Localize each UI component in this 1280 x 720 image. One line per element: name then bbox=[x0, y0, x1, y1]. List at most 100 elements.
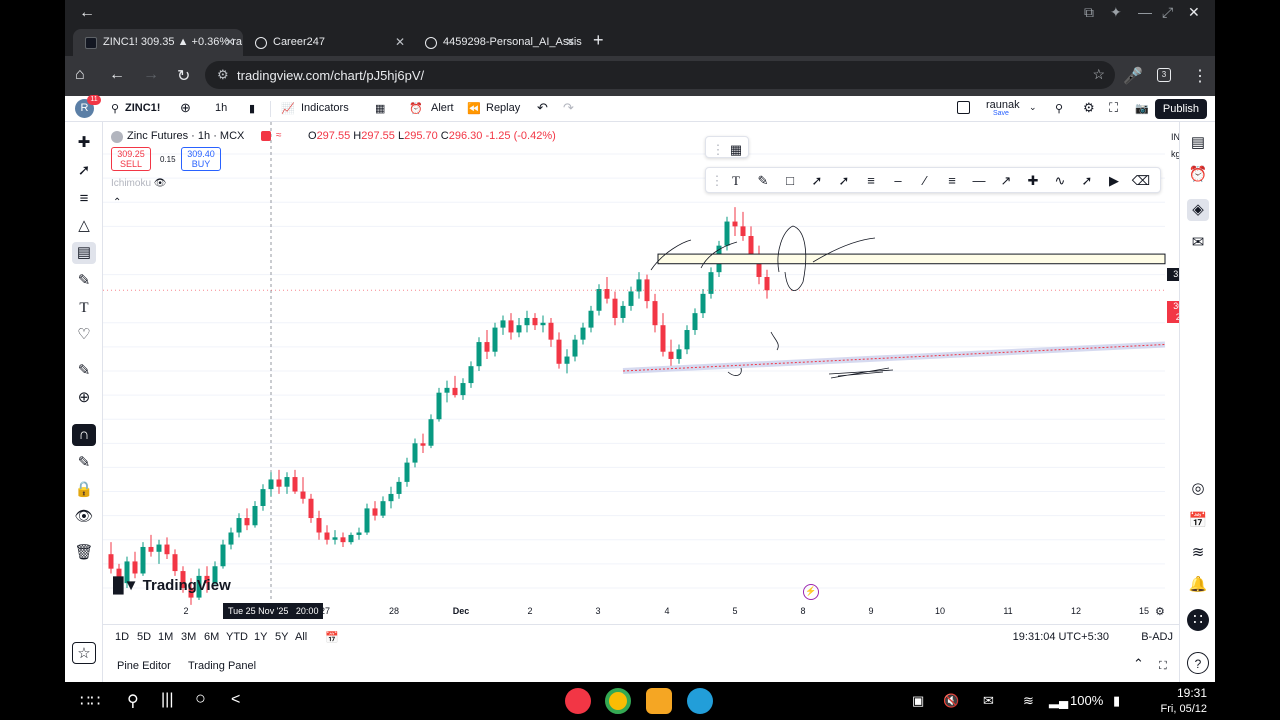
arrow-tool-icon[interactable]: ↗ bbox=[996, 171, 1016, 191]
crosshair-icon[interactable]: ✚ bbox=[72, 132, 96, 154]
site-settings-icon[interactable]: ⚙ bbox=[217, 67, 229, 83]
search-icon[interactable]: ⚲ bbox=[111, 102, 119, 115]
home-icon[interactable]: ⌂ bbox=[75, 66, 85, 84]
trading-panel-tab[interactable]: Trading Panel bbox=[188, 660, 256, 672]
watchlist-icon[interactable]: ▤ bbox=[1187, 132, 1209, 154]
telegram-app-icon[interactable] bbox=[687, 688, 713, 714]
back-icon[interactable]: ← bbox=[109, 66, 125, 84]
forward-icon[interactable]: → bbox=[143, 66, 159, 84]
favorites-star-icon[interactable]: ☆ bbox=[72, 642, 96, 664]
horizontal-line-icon[interactable]: – bbox=[888, 171, 908, 191]
brush-tool-icon[interactable]: ✎ bbox=[753, 171, 773, 191]
forecast-tool-icon[interactable]: ▤ bbox=[72, 242, 96, 264]
trendline-tool-icon[interactable]: ➚ bbox=[72, 160, 96, 182]
browser-tab-ai-assistant[interactable]: 4459298-Personal_AI_Assis ✕ bbox=[413, 29, 583, 56]
bookmark-star-icon[interactable]: ☆ bbox=[1092, 66, 1105, 83]
collapse-icon[interactable]: ⤢ bbox=[1162, 4, 1173, 21]
rectangle-tool-icon[interactable]: □ bbox=[780, 171, 800, 191]
notifications-bell-icon[interactable]: 🔔 bbox=[1187, 574, 1209, 596]
indicators-button[interactable]: Indicators bbox=[301, 102, 349, 114]
tf-6m[interactable]: 6M bbox=[204, 631, 219, 643]
layout-save-label[interactable]: Save bbox=[993, 110, 1009, 117]
favorites-heart-icon[interactable]: ♡ bbox=[72, 324, 96, 346]
redo-icon[interactable]: ↷ bbox=[563, 100, 574, 116]
alert-button[interactable]: Alert bbox=[431, 102, 454, 114]
window-resize-icon[interactable]: ⧉ bbox=[1084, 4, 1094, 21]
close-tab-icon[interactable]: ✕ bbox=[225, 35, 235, 49]
date-range-icon[interactable]: 📅 bbox=[325, 631, 339, 644]
drag-handle-icon[interactable]: ⋮ bbox=[708, 140, 728, 160]
youtube-app-icon[interactable] bbox=[565, 688, 591, 714]
lock-pencil-icon[interactable]: ✎ bbox=[72, 452, 96, 474]
price-chart-svg[interactable] bbox=[103, 122, 1179, 624]
target-icon[interactable]: ◎ bbox=[1187, 478, 1209, 500]
indicators-icon[interactable]: 📈 bbox=[281, 102, 295, 115]
tf-3m[interactable]: 3M bbox=[181, 631, 196, 643]
close-tab-icon[interactable]: ✕ bbox=[565, 35, 575, 49]
tf-1d[interactable]: 1D bbox=[115, 631, 129, 643]
microphone-icon[interactable]: 🎤 bbox=[1123, 66, 1143, 86]
close-tab-icon[interactable]: ✕ bbox=[395, 35, 405, 49]
pattern-tool-icon[interactable]: △ bbox=[72, 215, 96, 237]
symbol-search-button[interactable]: ZINC1! bbox=[125, 102, 160, 114]
text-tool-icon[interactable]: T bbox=[726, 171, 746, 191]
more-menu-icon[interactable]: ⋮ bbox=[1192, 66, 1208, 86]
tf-all[interactable]: All bbox=[295, 631, 307, 643]
chart-area[interactable]: Zinc Futures · 1h · MCX ≈ O297.55 H297.5… bbox=[103, 122, 1211, 624]
fullscreen-icon[interactable]: ⛶ bbox=[1109, 100, 1118, 116]
tf-5y[interactable]: 5Y bbox=[275, 631, 288, 643]
pin-icon[interactable]: ✦ bbox=[1110, 4, 1122, 21]
message-icon[interactable]: ✉ bbox=[983, 693, 994, 709]
alert-clock-icon[interactable]: ⏰ bbox=[409, 102, 423, 115]
lock-icon[interactable]: 🔒 bbox=[72, 479, 96, 501]
text-tool-icon[interactable]: T bbox=[72, 297, 96, 319]
compare-symbol-icon[interactable]: ⊕ bbox=[180, 100, 191, 116]
back-button-icon[interactable]: < bbox=[231, 691, 240, 709]
status-clock[interactable]: 19:31:04 UTC+5:30 bbox=[1013, 631, 1109, 643]
ray-tool-icon[interactable]: ➚ bbox=[807, 171, 827, 191]
chevron-up-icon[interactable]: ⌃ bbox=[1133, 656, 1144, 672]
chrome-app-icon[interactable] bbox=[605, 688, 631, 714]
trash-icon[interactable]: 🗑 bbox=[72, 542, 96, 564]
adjustment-toggle[interactable]: B-ADJ bbox=[1141, 631, 1173, 643]
buy-button[interactable]: 309.40 BUY bbox=[181, 147, 221, 171]
recents-icon[interactable]: ||| bbox=[161, 691, 173, 709]
templates-grid-icon[interactable]: ▦ bbox=[375, 102, 385, 115]
zoom-in-icon[interactable]: ⊕ bbox=[72, 387, 96, 409]
lightning-event-icon[interactable]: ⚡ bbox=[803, 584, 819, 600]
axis-settings-icon[interactable]: ⚙ bbox=[1155, 605, 1165, 618]
tf-ytd[interactable]: YTD bbox=[226, 631, 248, 643]
files-app-icon[interactable] bbox=[646, 688, 672, 714]
close-icon[interactable]: ✕ bbox=[1188, 4, 1200, 21]
tf-1y[interactable]: 1Y bbox=[254, 631, 267, 643]
mute-icon[interactable]: 🔇 bbox=[943, 693, 959, 709]
address-bar[interactable]: ⚙ tradingview.com/chart/pJ5hj6pV/ ☆ bbox=[205, 61, 1115, 89]
drag-handle-icon[interactable]: ⋮ bbox=[707, 171, 727, 191]
layout-select-icon[interactable] bbox=[957, 101, 970, 114]
replay-button[interactable]: Replay bbox=[486, 102, 520, 114]
collapse-legend-icon[interactable]: ⌃ bbox=[113, 197, 121, 208]
help-icon[interactable]: ? bbox=[1187, 652, 1209, 674]
sell-button[interactable]: 309.25 SELL bbox=[111, 147, 151, 171]
reload-icon[interactable]: ↻ bbox=[177, 66, 190, 86]
new-tab-icon[interactable]: + bbox=[593, 30, 604, 51]
browser-tab-tradingview[interactable]: ZINC1! 309.35 ▲ +0.36% ra ✕ bbox=[73, 29, 243, 56]
price-range-icon[interactable]: ➚ bbox=[1077, 171, 1097, 191]
magnet-icon[interactable]: ∩ bbox=[72, 424, 96, 446]
object-tree-layers-icon[interactable]: ◈ bbox=[1187, 199, 1209, 221]
alerts-clock-icon[interactable]: ⏰ bbox=[1187, 164, 1209, 186]
apps-grid-icon[interactable]: ∷ bbox=[1187, 609, 1209, 631]
pattern-tool-icon[interactable]: ∿ bbox=[1050, 171, 1070, 191]
extended-line-icon[interactable]: ∕ bbox=[915, 171, 935, 191]
play-icon[interactable]: ▶ bbox=[1104, 171, 1124, 191]
app-drawer-icon[interactable]: ∷∷ bbox=[80, 691, 100, 711]
chevron-down-icon[interactable]: ⌄ bbox=[1029, 102, 1037, 113]
fibonacci-tool-icon[interactable]: ≡ bbox=[72, 188, 96, 210]
parallel-channel-icon[interactable]: ≡ bbox=[861, 171, 881, 191]
publish-button[interactable]: Publish bbox=[1154, 99, 1207, 119]
pine-editor-tab[interactable]: Pine Editor bbox=[117, 660, 171, 672]
trendline-tool-icon[interactable]: ➚ bbox=[834, 171, 854, 191]
tab-switcher-button[interactable]: 3 bbox=[1157, 68, 1171, 82]
browser-tab-career247[interactable]: Career247 ✕ bbox=[243, 29, 413, 56]
floating-toolbar-handle[interactable]: ⋮ ▦ bbox=[705, 136, 749, 158]
